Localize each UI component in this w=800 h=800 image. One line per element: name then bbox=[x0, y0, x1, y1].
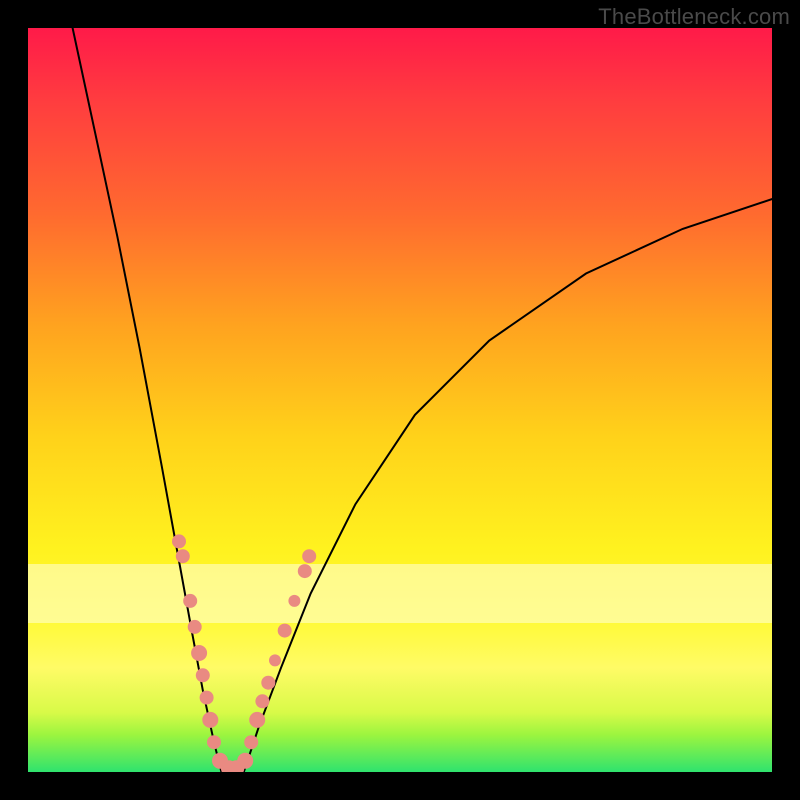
marker-dot bbox=[191, 645, 207, 661]
marker-dot bbox=[176, 549, 190, 563]
marker-dot bbox=[207, 735, 221, 749]
marker-dot bbox=[196, 668, 210, 682]
marker-dot bbox=[249, 712, 265, 728]
marker-dot bbox=[288, 595, 300, 607]
marker-dot bbox=[188, 620, 202, 634]
series-group bbox=[73, 28, 772, 772]
marker-dot bbox=[244, 735, 258, 749]
plot-area bbox=[28, 28, 772, 772]
series-right-branch bbox=[244, 199, 772, 772]
watermark-text: TheBottleneck.com bbox=[598, 4, 790, 30]
marker-group bbox=[172, 534, 316, 772]
marker-dot bbox=[237, 753, 253, 769]
marker-dot bbox=[298, 564, 312, 578]
marker-dot bbox=[255, 694, 269, 708]
marker-dot bbox=[278, 624, 292, 638]
marker-dot bbox=[261, 676, 275, 690]
marker-dot bbox=[183, 594, 197, 608]
curve-layer bbox=[28, 28, 772, 772]
marker-dot bbox=[202, 712, 218, 728]
marker-dot bbox=[269, 654, 281, 666]
marker-dot bbox=[200, 691, 214, 705]
marker-dot bbox=[302, 549, 316, 563]
marker-dot bbox=[172, 534, 186, 548]
chart-frame: TheBottleneck.com bbox=[0, 0, 800, 800]
